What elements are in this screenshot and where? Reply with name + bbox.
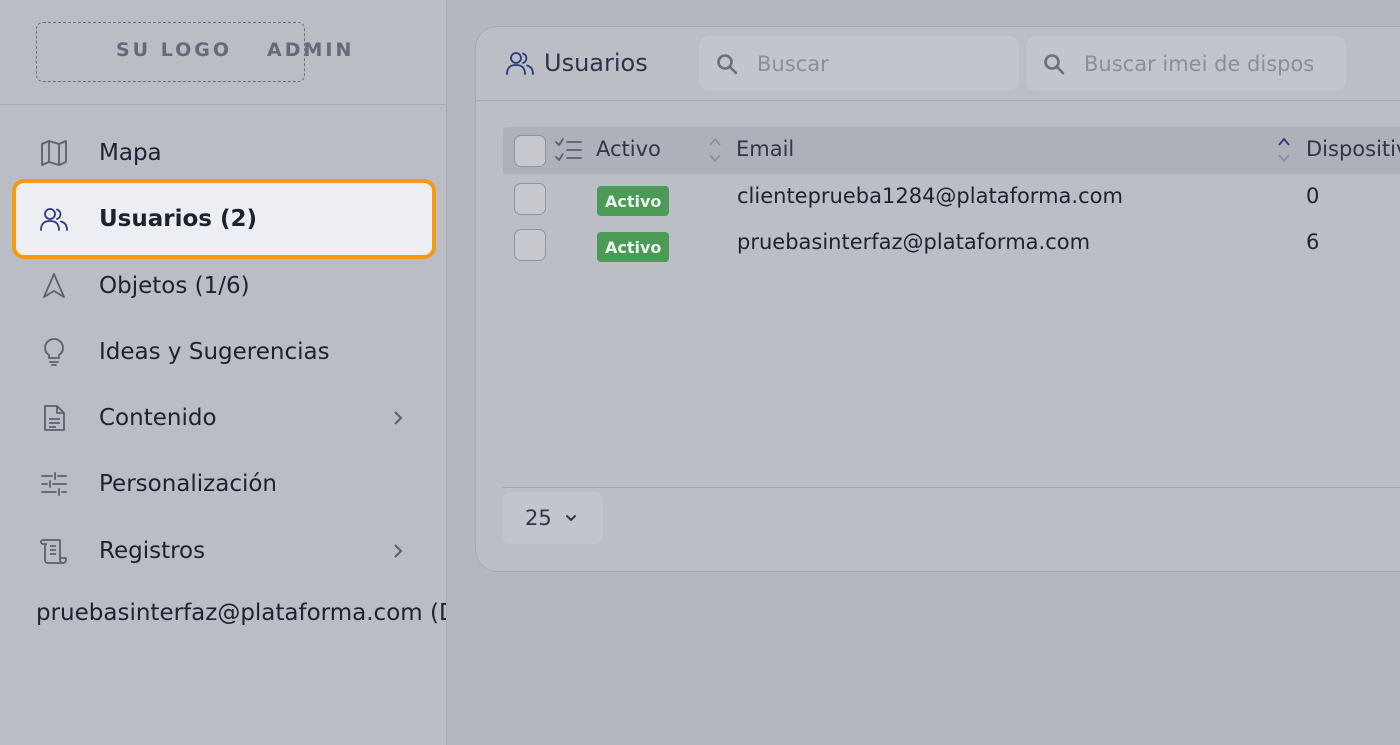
sidebar-item-label: Contenido (99, 405, 217, 431)
column-header-email[interactable]: Email (736, 137, 794, 161)
sidebar-item-label: Usuarios (2) (99, 206, 258, 232)
document-icon (36, 400, 72, 436)
row-checkbox[interactable] (514, 183, 546, 215)
device-count: 0 (1306, 184, 1320, 208)
device-count: 6 (1306, 230, 1320, 254)
sliders-icon (36, 466, 72, 502)
table-footer-divider (503, 487, 1400, 488)
page-size-value: 25 (525, 506, 552, 530)
user-email[interactable]: pruebasinterfaz@plataforma.com (737, 230, 1090, 254)
sidebar-item-registros[interactable]: Registros (14, 513, 434, 589)
sidebar-item-objetos[interactable]: Objetos (1/6) (14, 248, 434, 324)
scroll-icon (36, 533, 72, 569)
search-icon (717, 53, 738, 74)
sidebar-item-contenido[interactable]: Contenido (14, 380, 434, 456)
table-header: Activo Email Dispositiv (503, 127, 1400, 174)
imei-search-field[interactable] (1026, 36, 1346, 91)
logo-text: SU LOGO (116, 39, 233, 61)
sidebar-item-label: Objetos (1/6) (99, 273, 250, 299)
map-icon (36, 135, 72, 171)
search-field[interactable] (699, 36, 1019, 91)
sidebar-item-label: Personalización (99, 471, 278, 497)
chevron-down-icon (565, 515, 576, 522)
column-header-dispositivos[interactable]: Dispositiv (1306, 137, 1400, 161)
imei-search-input[interactable] (1084, 51, 1314, 76)
page-title-text: Usuarios (544, 49, 648, 77)
panel-header: Usuarios (476, 27, 1400, 101)
table-row[interactable]: Activo pruebasinterfaz@plataforma.com 6 (503, 223, 1400, 269)
lightbulb-icon (36, 334, 72, 370)
page-title: Usuarios (504, 47, 648, 79)
admin-label: ADMIN (267, 39, 355, 61)
search-icon (1044, 53, 1065, 74)
chevron-right-icon (394, 544, 403, 558)
current-user-email[interactable]: pruebasinterfaz@plataforma.com (D (36, 600, 446, 626)
users-icon (36, 201, 72, 237)
table-row[interactable]: Activo clienteprueba1284@plataforma.com … (503, 177, 1400, 223)
column-header-activo[interactable]: Activo (596, 137, 661, 161)
users-icon (506, 52, 534, 75)
chevron-right-icon (394, 411, 403, 425)
status-badge: Activo (597, 232, 670, 262)
sort-icon[interactable] (707, 135, 723, 165)
sidebar-item-label: Ideas y Sugerencias (99, 339, 330, 365)
sidebar: SU LOGO ADMIN Mapa Usuarios (2) Objetos … (0, 0, 447, 745)
users-panel: Usuarios Activo Email Dispositiv Activo … (475, 26, 1400, 572)
sidebar-item-usuarios[interactable]: Usuarios (2) (12, 179, 436, 259)
sort-ascending-icon[interactable] (1276, 135, 1292, 165)
sidebar-divider (0, 104, 446, 105)
sidebar-item-ideas[interactable]: Ideas y Sugerencias (14, 314, 434, 390)
row-checkbox[interactable] (514, 229, 546, 261)
navigation-icon (36, 268, 72, 304)
status-badge: Activo (597, 186, 670, 216)
user-email[interactable]: clienteprueba1284@plataforma.com (737, 184, 1123, 208)
select-all-checkbox[interactable] (514, 135, 546, 167)
search-input[interactable] (757, 51, 987, 76)
sidebar-item-personalizacion[interactable]: Personalización (14, 446, 434, 522)
page-size-select[interactable]: 25 (503, 492, 603, 544)
sidebar-item-label: Mapa (99, 140, 162, 166)
sidebar-item-label: Registros (99, 538, 206, 564)
checklist-icon[interactable] (553, 135, 583, 165)
